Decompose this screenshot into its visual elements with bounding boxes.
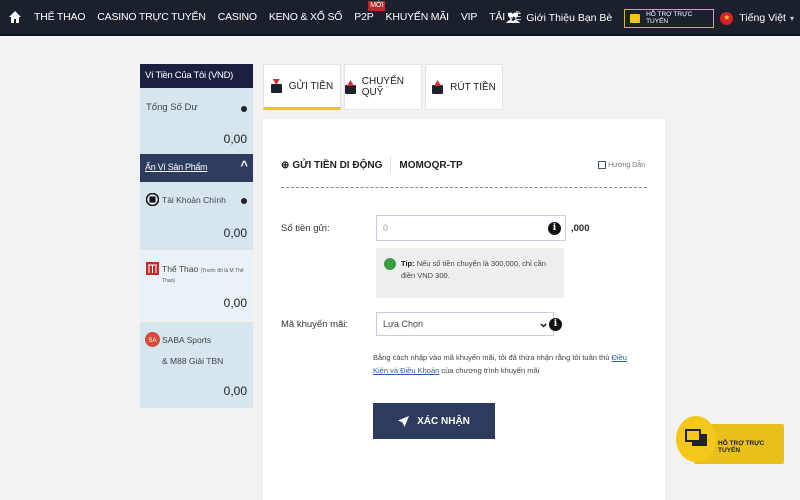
refer-friend-link[interactable]: Giới Thiệu Bạn Bè xyxy=(506,12,612,24)
amount-suffix: ,000 xyxy=(571,223,590,234)
transaction-tabs: GỬI TIỀN CHUYỂN QUỸ RÚT TIỀN xyxy=(263,64,506,110)
product-balance: 0,00 xyxy=(223,296,247,310)
vietnam-flag-icon: ★ xyxy=(720,11,734,25)
product-name-text: Thể Thao xyxy=(162,264,199,274)
amount-input[interactable]: 0 i xyxy=(376,215,566,241)
top-nav-right: Giới Thiệu Bạn Bè HỖ TRỢ TRỰC TUYẾN ★ Ti… xyxy=(506,0,800,36)
product-wallet-main: Tài Khoản Chính 0,00 xyxy=(140,182,253,252)
deposit-panel: ⊕ GỬI TIỀN DI ĐỘNG MOMOQR-TP Hướng Dẫn S… xyxy=(263,119,665,500)
hide-product-wallets-label: Ẩn Ví Sản Phẩm xyxy=(145,162,208,172)
chat-bubble-icon xyxy=(676,416,716,462)
svg-text:SA: SA xyxy=(148,338,156,344)
nav-item-sports[interactable]: THỂ THAO xyxy=(34,11,85,23)
tab-label: RÚT TIỀN xyxy=(450,81,496,93)
product-wallet-saba: SA SABA Sports & M88 Giải TBN 0,00 xyxy=(140,322,253,410)
chevron-down-icon: ⌄ xyxy=(538,315,549,330)
send-icon xyxy=(398,415,410,427)
terms-body: Bằng cách nhập vào mã khuyến mãi, tôi đã… xyxy=(373,353,612,362)
nav-item-casino[interactable]: CASINO xyxy=(218,11,257,23)
tab-label: GỬI TIỀN xyxy=(288,80,334,92)
nav-item-label: P2P xyxy=(354,11,374,23)
lightbulb-icon xyxy=(384,258,396,270)
promo-selected-value: Lựa Chọn xyxy=(383,319,424,329)
wallet-icon xyxy=(146,193,159,206)
promo-code-select[interactable]: Lựa Chọn ⌄ xyxy=(376,312,554,336)
wallet-total: Tổng Số Dư 0,00 xyxy=(140,88,253,154)
nav-item-keno-lottery[interactable]: KENO & XỔ SỐ xyxy=(269,11,343,23)
amount-label: Số tiền gửi: xyxy=(281,223,330,234)
payment-method-header: ⊕ GỬI TIỀN DI ĐỘNG MOMOQR-TP xyxy=(281,157,463,173)
confirm-button[interactable]: XÁC NHẬN xyxy=(373,403,495,439)
guide-label: Hướng Dẫn xyxy=(608,161,645,169)
tip-title: Tip: xyxy=(401,259,415,268)
users-icon xyxy=(506,12,521,23)
amount-placeholder: 0 xyxy=(383,223,389,233)
tip-text: Tip: Nếu số tiền chuyển là 300,000, chỉ … xyxy=(401,258,561,282)
dashed-divider xyxy=(281,187,647,188)
product-wallet-sports: Thể Thao (Trước đó là M Thể Thao) 0,00 xyxy=(140,252,253,322)
sports-icon xyxy=(146,262,159,275)
tip-box: Tip: Nếu số tiền chuyển là 300,000, chỉ … xyxy=(376,248,564,298)
guide-link[interactable]: Hướng Dẫn xyxy=(598,161,645,169)
nav-item-promotions[interactable]: KHUYẾN MÃI xyxy=(386,11,450,23)
language-selector[interactable]: ★ Tiếng Việt ▾ xyxy=(720,11,794,25)
deposit-icon xyxy=(270,79,282,93)
wallet-sidebar: Ví Tiền Của Tôi (VND) Tổng Số Dư 0,00 Ẩn… xyxy=(140,64,253,410)
nav-item-p2p[interactable]: P2P MỚI xyxy=(354,1,386,23)
withdraw-icon xyxy=(432,80,444,94)
product-name: SABA Sports xyxy=(162,335,212,345)
product-name: Tài Khoản Chính xyxy=(162,195,226,205)
info-icon[interactable]: i xyxy=(549,318,562,331)
tab-label: CHUYỂN QUỸ xyxy=(361,76,404,98)
refer-friend-label: Giới Thiệu Bạn Bè xyxy=(526,12,613,24)
tab-transfer[interactable]: CHUYỂN QUỸ xyxy=(344,64,422,110)
tab-deposit[interactable]: GỬI TIỀN xyxy=(263,64,341,110)
language-label: Tiếng Việt xyxy=(739,12,786,24)
top-nav: THỂ THAO CASINO TRỰC TUYẾN CASINO KENO &… xyxy=(0,0,800,36)
tab-withdraw[interactable]: RÚT TIỀN xyxy=(425,64,503,110)
tip-body: Nếu số tiền chuyển là 300,000, chỉ cần đ… xyxy=(401,259,546,280)
hide-product-wallets-toggle[interactable]: Ẩn Ví Sản Phẩm ^ xyxy=(140,154,253,182)
live-support-button[interactable]: HỖ TRỢ TRỰC TUYẾN xyxy=(624,8,715,28)
divider xyxy=(390,157,392,173)
method-label: GỬI TIỀN DI ĐỘNG xyxy=(292,159,383,171)
chevron-up-icon: ^ xyxy=(240,158,248,173)
refresh-icon[interactable] xyxy=(241,106,247,112)
terms-tail: của chương trình khuyến mãi xyxy=(439,366,540,375)
wallet-title: Ví Tiền Của Tôi (VND) xyxy=(140,64,253,88)
new-badge: MỚI xyxy=(368,1,386,11)
home-icon[interactable] xyxy=(8,10,22,24)
info-icon[interactable]: i xyxy=(548,222,561,235)
confirm-label: XÁC NHẬN xyxy=(417,415,470,427)
globe-icon: ⊕ xyxy=(281,159,290,171)
product-name-line2: & M88 Giải TBN xyxy=(162,356,224,366)
terms-text: Bằng cách nhập vào mã khuyến mãi, tôi đã… xyxy=(373,351,628,377)
chevron-down-icon: ▾ xyxy=(789,13,794,23)
refresh-icon[interactable] xyxy=(241,198,247,204)
transfer-icon xyxy=(345,80,356,94)
guide-icon xyxy=(598,161,607,169)
promo-code-label: Mã khuyến mãi: xyxy=(281,319,349,330)
total-balance-label: Tổng Số Dư xyxy=(146,102,198,113)
live-support-label: HỖ TRỢ TRỰC TUYẾN xyxy=(646,11,693,25)
nav-item-live-casino[interactable]: CASINO TRỰC TUYẾN xyxy=(97,11,206,23)
product-balance: 0,00 xyxy=(223,384,247,398)
floating-live-support-button[interactable]: HỖ TRỢ TRỰC TUYẾN xyxy=(676,414,784,474)
method-code: MOMOQR-TP xyxy=(399,159,463,171)
product-name: Thể Thao (Trước đó là M Thể Thao) xyxy=(162,264,253,284)
nav-item-vip[interactable]: VIP xyxy=(461,11,478,23)
floating-support-label: HỖ TRỢ TRỰC TUYẾN xyxy=(718,440,765,454)
total-balance-value: 0,00 xyxy=(223,132,247,146)
saba-icon: SA xyxy=(145,332,160,347)
product-balance: 0,00 xyxy=(223,226,247,240)
chat-icon xyxy=(630,13,641,23)
